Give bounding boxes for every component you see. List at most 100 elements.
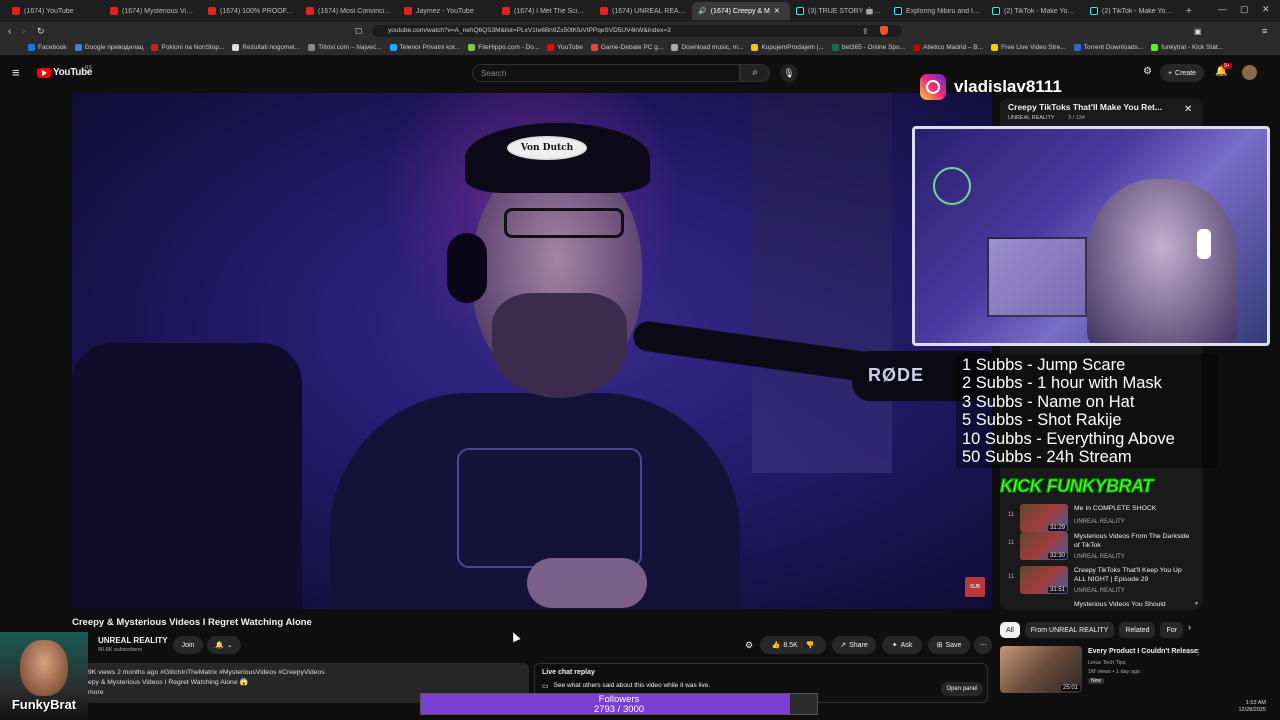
- bookmark[interactable]: Titlovi.com – Najveć...: [308, 44, 382, 51]
- bookmark-page-icon[interactable]: ☐: [355, 27, 362, 36]
- bookmark[interactable]: Google преводилац: [74, 44, 143, 51]
- bookmark[interactable]: FileHippo.com - Do...: [468, 44, 539, 51]
- browser-tab-bar: (1674) YouTube (1674) Mysterious Videos …: [0, 0, 1280, 22]
- playlist-scroll-down-icon[interactable]: ▼: [1194, 601, 1199, 607]
- duration: 31:51: [1047, 587, 1067, 593]
- open-panel-button[interactable]: Open panel: [941, 682, 983, 696]
- browser-tab[interactable]: Exploring Nibiru and the N: [888, 2, 986, 20]
- list-item[interactable]: Mysterious Videos You Should: [1008, 600, 1198, 610]
- video-player[interactable]: Von Dutch RØDE SUB: [72, 93, 992, 609]
- browser-tab[interactable]: (1674) I Met The Scientist T: [496, 2, 594, 20]
- list-item[interactable]: 11 32:30 Mysterious Videos From The Dark…: [1008, 532, 1198, 564]
- more-icon[interactable]: ⋮: [1194, 648, 1202, 657]
- bookmark[interactable]: funkytrat - Kick Stat...: [1151, 44, 1223, 51]
- bookmark-label: Pokloni na NonStop...: [161, 44, 225, 51]
- nonstop-icon: [151, 44, 159, 51]
- list-item[interactable]: 11 31:51 Creepy TikToks That'll Keep You…: [1008, 566, 1198, 598]
- filehippo-icon: [468, 44, 476, 51]
- like-dislike-group: 👍 8.5K | 👎: [760, 636, 826, 654]
- search-icon: ⌕: [752, 67, 758, 78]
- playlist-close-icon[interactable]: ✕: [1184, 104, 1192, 115]
- subscribe-watermark[interactable]: SUB: [965, 577, 985, 597]
- save-icon: ⊞: [936, 642, 943, 649]
- share-button[interactable]: ↗ Share: [832, 636, 876, 654]
- rec-channel: Linus Tech Tips: [1088, 660, 1126, 666]
- clock-time[interactable]: 1:53 AM: [1150, 700, 1266, 707]
- clock-date[interactable]: 12/28/2025: [1150, 707, 1266, 714]
- tab-label: (1674) YouTube: [24, 7, 74, 15]
- browser-tab[interactable]: (1674) YouTube: [6, 2, 104, 20]
- like-icon[interactable]: 👍: [772, 641, 781, 649]
- chevron-right-icon[interactable]: ›: [1188, 622, 1191, 638]
- bookmark-label: Atletico Madrid – B...: [923, 44, 984, 51]
- bookmark[interactable]: KupujemProdajem |...: [751, 44, 824, 51]
- bookmark-label: Titlovi.com – Najveć...: [318, 44, 382, 51]
- chip-channel[interactable]: From UNREAL REALITY: [1024, 622, 1115, 638]
- save-button[interactable]: ⊞ Save: [928, 636, 970, 654]
- browser-tab[interactable]: (2) TikTok - Make Your Day: [986, 2, 1084, 20]
- plus-icon: +: [1167, 69, 1173, 77]
- share-page-icon[interactable]: ⇪: [862, 27, 869, 36]
- bookmark[interactable]: Torrent Downloads...: [1073, 44, 1143, 51]
- brave-shield-icon[interactable]: [880, 26, 888, 35]
- browser-tab-active[interactable]: 🔊 (1674) Creepy & M ✕: [692, 2, 790, 20]
- tab-label: (1674) Mysterious Videos I: [122, 7, 196, 15]
- bookmark[interactable]: YouTube: [547, 44, 583, 51]
- bookmark[interactable]: Game-Debate PC g...: [590, 44, 663, 51]
- chip-label: All: [1006, 626, 1014, 634]
- join-button[interactable]: Join: [173, 636, 203, 654]
- bookmark[interactable]: bet365 - Online Spo...: [831, 44, 905, 51]
- tiktok-favicon-icon: [796, 7, 804, 15]
- extensions-icon[interactable]: ▣: [1194, 27, 1202, 36]
- bookmark[interactable]: Telenor Privatni kor...: [389, 44, 460, 51]
- playlist-title[interactable]: Creepy TikToks That'll Make You Ret...: [1008, 102, 1162, 112]
- mic-button[interactable]: 🎙: [780, 64, 798, 82]
- avatar[interactable]: [1242, 65, 1257, 80]
- rec-title: Every Product I Couldn't Release: [1088, 648, 1198, 655]
- gear-icon[interactable]: ⚙: [745, 640, 753, 651]
- bookmark[interactable]: Atletico Madrid – B...: [913, 44, 983, 51]
- item-number: 11: [1008, 540, 1015, 546]
- thumbnail: 31:51: [1020, 566, 1068, 594]
- maximize-icon[interactable]: ▢: [1240, 4, 1249, 15]
- more-actions-button[interactable]: ⋯: [974, 636, 992, 654]
- back-icon[interactable]: ‹: [8, 26, 11, 37]
- playlist-channel[interactable]: UNREAL REALITY: [1008, 115, 1055, 121]
- bookmark[interactable]: Download music, m...: [671, 44, 743, 51]
- item-title: Mysterious Videos You Should: [1074, 601, 1166, 608]
- recommendation-item[interactable]: 25:01 Every Product I Couldn't Release L…: [1000, 646, 1202, 694]
- reload-icon[interactable]: ↻: [37, 26, 45, 37]
- close-window-icon[interactable]: ✕: [1262, 4, 1270, 15]
- minimize-icon[interactable]: —: [1218, 4, 1227, 14]
- notification-bell-button[interactable]: 🔔 ⌄: [207, 636, 241, 654]
- ask-button[interactable]: ✦ Ask: [882, 636, 922, 654]
- create-button[interactable]: + Create: [1160, 64, 1204, 82]
- bookmark[interactable]: Facebook: [28, 44, 67, 51]
- browser-tab[interactable]: (1674) UNREAL REALITY -: [594, 2, 692, 20]
- menu-icon[interactable]: ≡: [1262, 26, 1267, 36]
- browser-tab[interactable]: (1674) Most Convincing Evi: [300, 2, 398, 20]
- browser-tab[interactable]: (2) TikTok - Make Your Day: [1084, 2, 1182, 20]
- search-button[interactable]: ⌕: [740, 64, 770, 82]
- browser-tab[interactable]: (3) TRUE STORY 🤖 #iteeni: [790, 2, 888, 20]
- browser-tab[interactable]: (1674) 100% PROOF, PARA: [202, 2, 300, 20]
- search-input[interactable]: Search: [472, 64, 740, 82]
- gear-icon[interactable]: ⚙: [1143, 66, 1152, 77]
- browser-tab[interactable]: Jaymez - YouTube: [398, 2, 496, 20]
- channel-name[interactable]: UNREAL REALITY: [98, 636, 168, 645]
- chip-related[interactable]: Related: [1119, 622, 1156, 638]
- duration: 25:01: [1060, 685, 1080, 691]
- chip-for-you[interactable]: For: [1160, 622, 1183, 638]
- close-tab-icon[interactable]: ✕: [774, 7, 780, 15]
- like-count[interactable]: 8.5K: [783, 642, 797, 649]
- bookmark[interactable]: Rezultati nogomet...: [232, 44, 300, 51]
- dislike-icon[interactable]: 👎: [806, 641, 815, 649]
- forward-icon[interactable]: ›: [22, 26, 25, 37]
- bookmark[interactable]: Free Live Video Stre...: [991, 44, 1066, 51]
- hamburger-menu-icon[interactable]: ≡: [12, 65, 20, 80]
- url-input[interactable]: youtube.com/watch?v=A_nehQ6QS3M&list=PLx…: [372, 25, 902, 37]
- browser-tab[interactable]: (1674) Mysterious Videos I: [104, 2, 202, 20]
- bookmark[interactable]: Pokloni na NonStop...: [151, 44, 224, 51]
- new-tab-icon[interactable]: +: [1186, 6, 1192, 17]
- chip-all[interactable]: All: [1000, 622, 1020, 638]
